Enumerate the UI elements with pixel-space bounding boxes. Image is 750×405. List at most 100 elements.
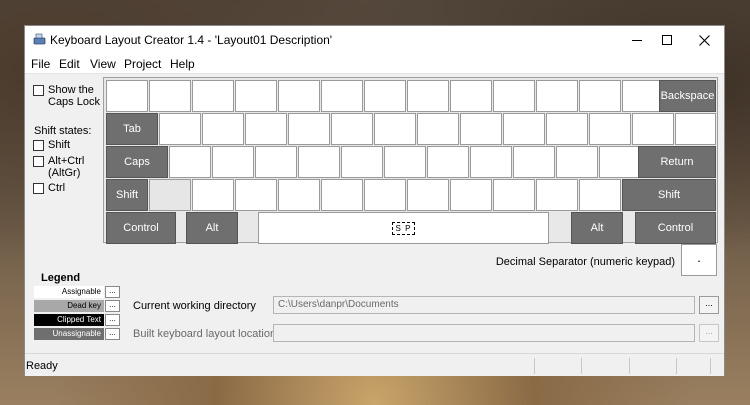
key[interactable] [632,113,674,145]
key[interactable] [503,113,545,145]
key[interactable] [536,80,578,112]
key[interactable] [159,113,201,145]
status-separator [676,358,677,374]
key[interactable] [321,179,363,211]
maximize-icon [662,35,672,45]
cwd-browse-button[interactable]: ... [699,296,719,314]
key[interactable] [202,113,244,145]
status-text: Ready [26,360,58,372]
altgr-label: Alt+Ctrl (AltGr) [48,155,85,179]
key[interactable] [374,113,416,145]
key[interactable] [149,80,191,112]
key[interactable] [245,113,287,145]
legend-unassignable: Unassignable [34,328,104,340]
key[interactable] [493,80,535,112]
status-separator [581,358,582,374]
menu-file[interactable]: File [31,56,50,72]
caps-lock-option[interactable]: Show the Caps Lock [33,84,103,108]
key[interactable] [288,113,330,145]
ctrl-option[interactable]: Ctrl [33,182,65,194]
key[interactable] [331,113,373,145]
key[interactable] [427,146,469,178]
key[interactable] [579,179,621,211]
shift-label: Shift [48,139,71,151]
key[interactable] [192,179,234,211]
build-location-input[interactable] [273,324,695,342]
key-return[interactable]: Return [638,146,716,178]
key[interactable] [450,179,492,211]
key[interactable] [579,80,621,112]
key[interactable] [536,179,578,211]
key[interactable] [278,179,320,211]
key[interactable] [599,146,641,178]
minimize-icon [632,39,642,41]
altgr-option[interactable]: Alt+Ctrl (AltGr) [33,155,93,179]
menu-help[interactable]: Help [170,56,195,72]
build-location-browse-button[interactable]: ... [699,324,719,342]
shift-states-label: Shift states: [34,125,92,137]
key-caps[interactable]: Caps [106,146,168,178]
key[interactable] [622,80,664,112]
key[interactable] [321,80,363,112]
key[interactable] [192,80,234,112]
ctrl-label: Ctrl [48,182,66,194]
shift-option[interactable]: Shift [33,139,70,151]
status-bar: Ready [25,353,724,376]
close-button[interactable] [683,26,726,54]
key[interactable] [298,146,340,178]
key-alt-right[interactable]: Alt [571,212,623,244]
key[interactable] [470,146,512,178]
key[interactable] [589,113,631,145]
key[interactable] [556,146,598,178]
legend-clipped-text: Clipped Text [34,314,104,326]
key[interactable] [235,179,277,211]
key[interactable] [546,113,588,145]
decimal-separator-key[interactable]: . [681,244,717,276]
key-shift-right[interactable]: Shift [622,179,716,211]
key-tab[interactable]: Tab [106,113,158,145]
legend-dead-key: Dead key [34,300,104,312]
key-shift-left[interactable]: Shift [106,179,148,211]
cwd-label: Current working directory [133,300,256,312]
key[interactable] [493,179,535,211]
legend-assignable-button[interactable]: ... [105,286,120,298]
key[interactable] [255,146,297,178]
key[interactable] [460,113,502,145]
shift-checkbox[interactable] [33,140,44,151]
key[interactable] [384,146,426,178]
legend-unassignable-button[interactable]: ... [105,328,120,340]
key[interactable] [364,80,406,112]
key[interactable] [278,80,320,112]
key[interactable] [364,179,406,211]
status-separator [629,358,630,374]
altgr-checkbox[interactable] [33,156,44,167]
keyboard-app-icon [33,33,46,45]
menu-view[interactable]: View [90,56,116,72]
key[interactable] [407,80,449,112]
key-space[interactable]: S P [258,212,549,244]
key[interactable] [212,146,254,178]
key-control-right[interactable]: Control [635,212,716,244]
legend-dead-key-button[interactable]: ... [105,300,120,312]
key[interactable] [513,146,555,178]
key[interactable] [341,146,383,178]
key[interactable] [149,179,191,211]
legend-clipped-text-button[interactable]: ... [105,314,120,326]
key-backspace[interactable]: Backspace [659,80,716,112]
ctrl-checkbox[interactable] [33,183,44,194]
key-alt-left[interactable]: Alt [186,212,238,244]
key[interactable] [106,80,148,112]
key[interactable] [235,80,277,112]
menu-bar: File Edit View Project Help [25,54,724,74]
menu-project[interactable]: Project [124,56,161,72]
key[interactable] [407,179,449,211]
key-control-left[interactable]: Control [106,212,176,244]
key[interactable] [169,146,211,178]
menu-edit[interactable]: Edit [59,56,80,72]
key[interactable] [417,113,459,145]
cwd-input[interactable]: C:\Users\danpr\Documents [273,296,695,314]
caps-lock-checkbox[interactable] [33,85,44,96]
title-bar[interactable]: Keyboard Layout Creator 1.4 - 'Layout01 … [25,26,724,54]
key[interactable] [450,80,492,112]
key[interactable] [675,113,716,145]
